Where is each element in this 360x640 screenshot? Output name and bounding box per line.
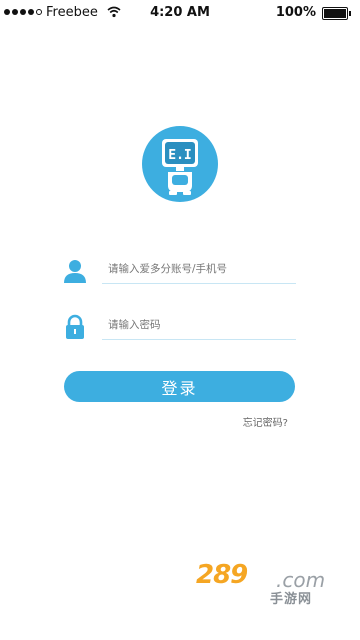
lock-icon — [66, 314, 84, 339]
app-logo: E.I — [141, 125, 219, 203]
account-field — [62, 254, 296, 288]
watermark-text: 手游网 — [270, 592, 313, 607]
watermark-number: 289 — [196, 560, 248, 590]
status-bar: Freebee 4:20 AM 100% — [0, 0, 360, 26]
login-button[interactable]: 登录 — [64, 371, 295, 402]
battery-percentage: 100% — [275, 5, 316, 20]
watermark: 289 .com 手游网 — [196, 560, 346, 610]
robot-icon: E.I — [142, 126, 218, 202]
account-input[interactable] — [102, 254, 296, 284]
password-field — [62, 310, 296, 344]
forgot-password-link[interactable]: 忘记密码? — [243, 414, 288, 429]
user-icon — [64, 260, 86, 283]
battery-icon — [322, 7, 351, 20]
password-input[interactable] — [102, 310, 296, 340]
logo-text: E.I — [168, 148, 191, 163]
